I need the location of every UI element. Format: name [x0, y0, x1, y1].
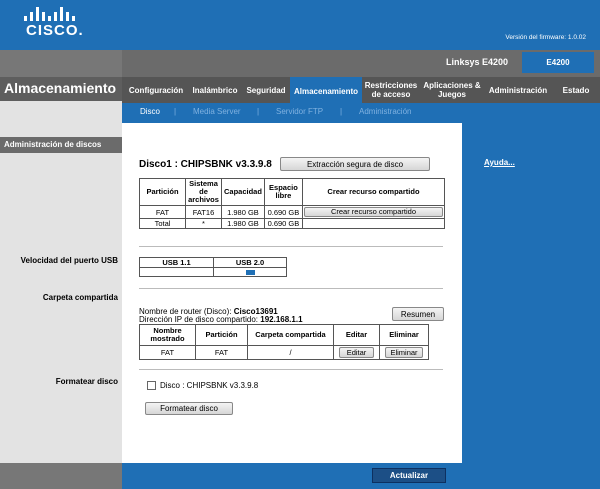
col-editar: Editar: [333, 324, 380, 346]
tab-estado[interactable]: Estado: [556, 77, 596, 103]
col-capacidad: Capacidad: [221, 178, 265, 206]
subnav-separator: |: [340, 107, 343, 116]
share-ip-row: Dirección IP de disco compartido: 192.16…: [139, 315, 303, 324]
cell-partition: Total: [139, 218, 186, 229]
col-usb11: USB 1.1: [139, 257, 214, 268]
safe-remove-button[interactable]: Extracción segura de disco: [280, 157, 430, 171]
top-header: [0, 0, 600, 50]
col-particion: Partición: [195, 324, 248, 346]
share-table: Nombre mostrado Partición Carpeta compar…: [139, 324, 429, 360]
col-crear: Crear recurso compartido: [301, 178, 446, 206]
subtab-media-server[interactable]: Media Server: [193, 107, 241, 116]
tab-restricciones[interactable]: Restricciones de acceso: [362, 77, 420, 103]
col-eliminar: Eliminar: [379, 324, 429, 346]
cell-action: [301, 218, 446, 229]
cell-action: Crear recurso compartido: [301, 205, 446, 219]
share-ip-value: 192.168.1.1: [260, 315, 303, 324]
share-ip-label: Dirección IP de disco compartido:: [139, 315, 259, 324]
tab-configuracion[interactable]: Configuración: [124, 77, 188, 103]
summary-button[interactable]: Resumen: [392, 307, 444, 321]
table-row: Total * 1.980 GB 0.690 GB: [139, 218, 446, 229]
model-name: Linksys E4200: [446, 57, 509, 67]
subtab-administracion[interactable]: Administración: [359, 107, 411, 116]
subtab-disco[interactable]: Disco: [140, 107, 160, 116]
cell-capacity: 1.980 GB: [221, 205, 265, 219]
subnav-separator: |: [257, 107, 260, 116]
tab-seguridad[interactable]: Seguridad: [242, 77, 290, 103]
delete-button[interactable]: Eliminar: [385, 347, 423, 358]
format-disk-button[interactable]: Formatear disco: [145, 402, 233, 415]
cisco-logo-text: CISCO.: [26, 22, 84, 39]
left-top-band: [0, 50, 122, 77]
label-usb-speed: Velocidad del puerto USB: [20, 256, 118, 265]
col-particion: Partición: [139, 178, 186, 206]
left-column: [0, 50, 122, 489]
usb20-indicator: [213, 267, 287, 277]
bottom-bar: [122, 463, 600, 489]
edit-button[interactable]: Editar: [339, 347, 374, 358]
cell-free: 0.690 GB: [263, 218, 303, 229]
format-disk-checkbox[interactable]: [147, 381, 156, 390]
col-carpeta: Carpeta compartida: [247, 324, 334, 346]
label-format-disk: Formatear disco: [55, 377, 118, 386]
cell-delete: Eliminar: [379, 345, 429, 360]
subtab-servidor-ftp[interactable]: Servidor FTP: [276, 107, 323, 116]
disk-title: Disco1 : CHIPSBNK v3.3.9.8: [139, 159, 272, 170]
divider: [139, 369, 443, 370]
divider: [139, 288, 443, 289]
cell-capacity: 1.980 GB: [221, 218, 265, 229]
cell-partition: FAT: [139, 205, 186, 219]
create-share-button[interactable]: Crear recurso compartido: [303, 207, 443, 217]
cell-name: FAT: [139, 345, 196, 360]
cell-folder: /: [247, 345, 334, 360]
cell-free: 0.690 GB: [263, 205, 303, 219]
page-title: Almacenamiento: [4, 80, 117, 96]
usb-speed-table: USB 1.1 USB 2.0: [139, 257, 287, 277]
table-row: FAT FAT16 1.980 GB 0.690 GB Crear recurs…: [139, 205, 446, 219]
left-bottom-band: [0, 463, 122, 489]
cisco-logo-icon: [24, 7, 80, 21]
model-badge: E4200: [522, 52, 594, 73]
disk-table: Partición Sistema de archivos Capacidad …: [139, 178, 446, 229]
cell-partition: FAT: [195, 345, 248, 360]
col-usb20: USB 2.0: [213, 257, 287, 268]
subnav-separator: |: [174, 107, 177, 116]
cell-fs: *: [185, 218, 222, 229]
col-sistema: Sistema de archivos: [185, 178, 222, 206]
tab-inalambrico[interactable]: Inalámbrico: [188, 77, 242, 103]
cell-fs: FAT16: [185, 205, 222, 219]
help-link[interactable]: Ayuda...: [484, 158, 515, 167]
tab-aplicaciones[interactable]: Aplicaciones & Juegos: [422, 77, 482, 103]
save-button[interactable]: Actualizar: [372, 468, 446, 483]
usb11-indicator: [139, 267, 214, 277]
divider: [139, 246, 443, 247]
label-shared-folder: Carpeta compartida: [42, 293, 118, 302]
tab-administracion[interactable]: Administración: [484, 77, 552, 103]
section-title-disk-admin: Administración de discos: [4, 140, 102, 149]
tab-almacenamiento[interactable]: Almacenamiento: [290, 77, 362, 105]
col-espacio: Espacio libre: [263, 178, 303, 206]
usb-active-icon: [245, 269, 255, 275]
cell-edit: Editar: [333, 345, 380, 360]
table-row: FAT FAT / Editar Eliminar: [139, 345, 429, 360]
col-nombre: Nombre mostrado: [139, 324, 196, 346]
firmware-version: Versión del firmware: 1.0.02: [505, 34, 586, 41]
format-disk-label: Disco : CHIPSBNK v3.3.9.8: [160, 381, 259, 390]
help-column: [462, 123, 600, 463]
